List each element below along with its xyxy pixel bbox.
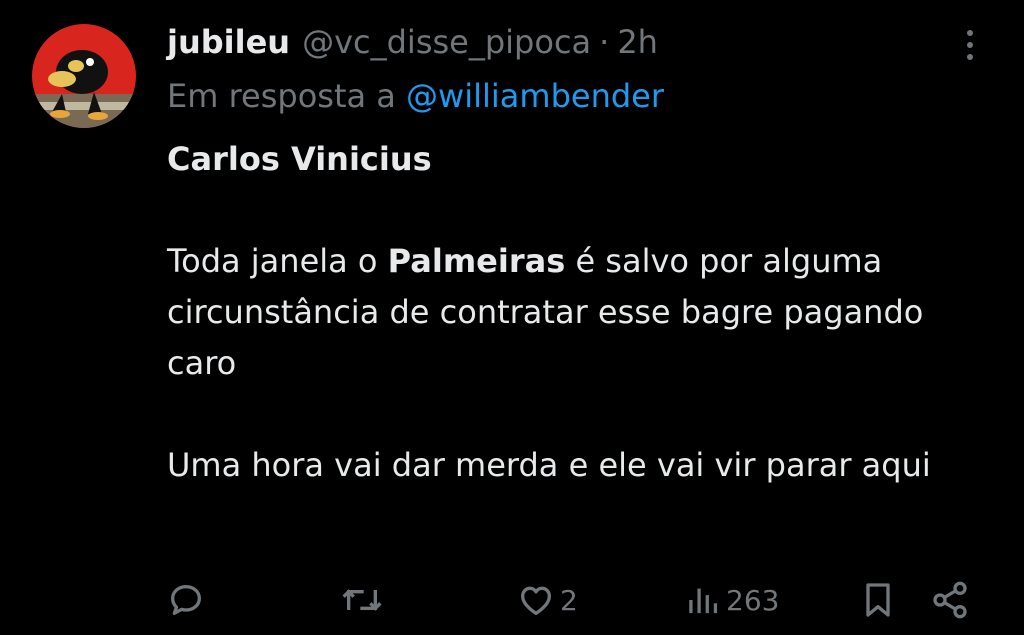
retweet-button[interactable]: [340, 576, 384, 624]
views-icon: [686, 580, 722, 620]
tweet-bold-title: Carlos Vinicius: [167, 140, 432, 178]
user-handle[interactable]: @vc_disse_pipoca: [302, 20, 591, 64]
more-options-icon[interactable]: [958, 28, 982, 62]
reply-button[interactable]: [166, 576, 206, 624]
share-icon: [930, 580, 970, 620]
tweet-paragraph-3: Uma hora vai dar merda e ele vai vir par…: [167, 446, 931, 484]
like-count: 2: [560, 583, 578, 617]
reply-prefix: Em resposta a: [167, 77, 396, 115]
tweet-bold-word: Palmeiras: [387, 242, 566, 280]
timestamp[interactable]: 2h: [617, 20, 658, 64]
views-count: 263: [726, 583, 780, 617]
separator-dot: ·: [599, 23, 610, 61]
tweet-text-segment: Toda janela o: [167, 242, 388, 280]
tweet-header: jubileu @vc_disse_pipoca · 2h: [167, 20, 658, 64]
reply-context: Em resposta a @williambender: [167, 74, 664, 118]
reply-to-link[interactable]: @williambender: [406, 77, 664, 115]
avatar[interactable]: [32, 24, 136, 128]
retweet-icon: [340, 580, 384, 620]
tweet-text: Carlos Vinicius Toda janela o Palmeiras …: [167, 134, 987, 491]
tweet-line-bold: Carlos Vinicius: [167, 134, 987, 185]
views-button[interactable]: 263: [686, 576, 779, 624]
bookmark-button[interactable]: [860, 576, 896, 624]
share-button[interactable]: [930, 576, 970, 624]
like-button[interactable]: 2: [516, 576, 578, 624]
action-bar: 2 263: [0, 576, 1024, 624]
reply-icon: [166, 580, 206, 620]
tweet-paragraph-2: Toda janela o Palmeiras é salvo por algu…: [167, 236, 987, 389]
heart-icon: [516, 580, 556, 620]
bookmark-icon: [860, 580, 896, 620]
display-name[interactable]: jubileu: [167, 20, 290, 64]
